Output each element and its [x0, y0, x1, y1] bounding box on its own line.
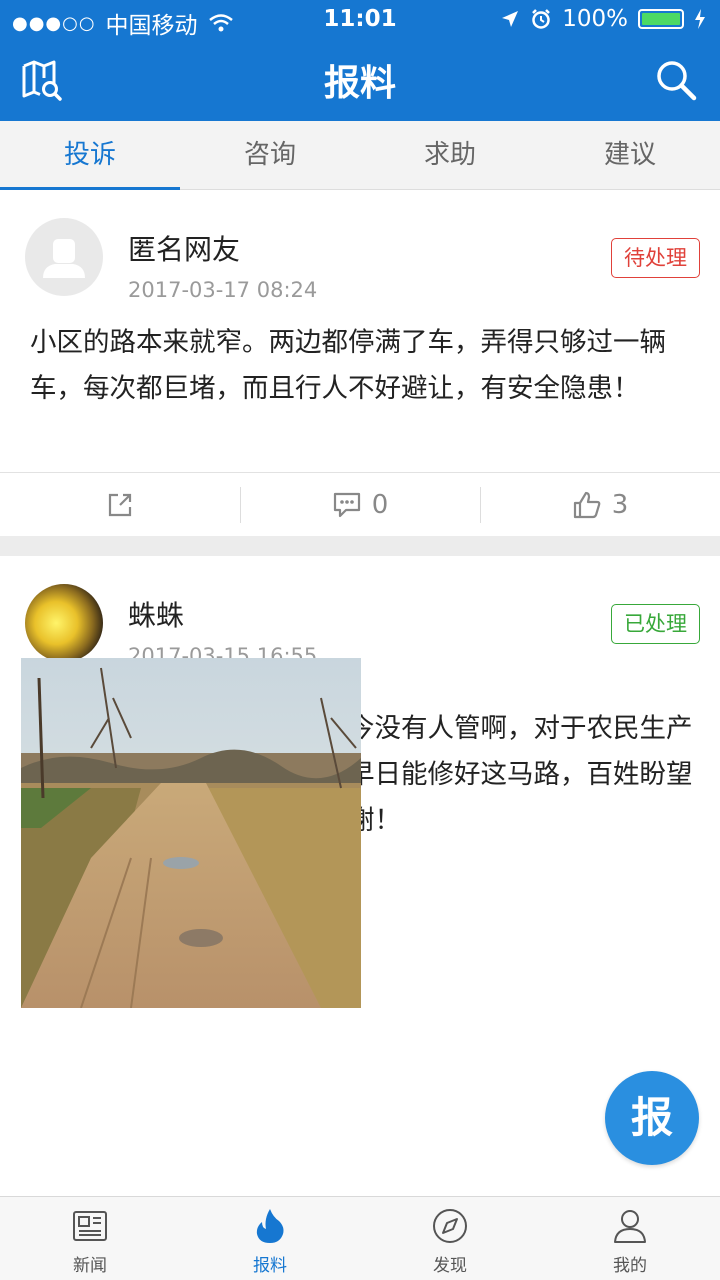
share-icon — [108, 493, 132, 516]
post-time: 2017-03-17 08:24 — [128, 278, 318, 302]
post-card[interactable]: 匿名网友 2017-03-17 08:24 待处理 小区的路本来就窄。两边都停满… — [0, 190, 720, 536]
post-actions: 0 3 — [0, 472, 720, 536]
tab-consult[interactable]: 咨询 — [180, 121, 360, 189]
tab-complaint[interactable]: 投诉 — [0, 121, 180, 190]
share-button[interactable] — [0, 473, 240, 536]
charging-icon — [695, 9, 705, 29]
nav-me[interactable]: 我的 — [540, 1197, 720, 1280]
avatar — [25, 218, 103, 296]
username: 匿名网友 — [128, 233, 241, 266]
report-fab-button[interactable]: 报 — [605, 1071, 699, 1165]
post-photo[interactable] — [21, 658, 361, 1008]
status-badge: 已处理 — [611, 604, 700, 644]
battery-percent: 100% — [562, 6, 628, 32]
tab-suggestion[interactable]: 建议 — [540, 121, 720, 189]
avatar — [25, 584, 103, 662]
status-bar: ●●●○○ 中国移动 11:01 100% — [0, 0, 720, 40]
tab-help[interactable]: 求助 — [360, 121, 540, 189]
page-title: 报料 — [323, 63, 396, 104]
nav-discover[interactable]: 发现 — [360, 1197, 540, 1280]
user-icon — [614, 1210, 646, 1243]
compass-icon — [433, 1209, 467, 1243]
nav-label: 报料 — [253, 1256, 287, 1276]
bottom-nav: 新闻 报料 发现 我的 — [0, 1196, 720, 1280]
flame-icon — [256, 1209, 284, 1243]
status-badge: 待处理 — [611, 238, 700, 278]
alarm-icon — [532, 9, 551, 29]
default-user-icon — [43, 239, 85, 278]
nav-report[interactable]: 报料 — [180, 1197, 360, 1280]
like-button[interactable]: 3 — [480, 473, 720, 536]
location-arrow-icon — [502, 11, 519, 27]
comment-icon — [333, 492, 360, 517]
newspaper-icon — [73, 1211, 107, 1241]
comment-count: 0 — [371, 489, 389, 520]
comment-button[interactable]: 0 — [240, 473, 480, 536]
search-icon[interactable] — [654, 58, 698, 102]
category-tabs: 投诉 咨询 求助 建议 — [0, 121, 720, 190]
username: 蛛蛛 — [128, 599, 185, 632]
thumbs-up-icon — [573, 491, 601, 518]
nav-label: 我的 — [613, 1256, 647, 1276]
battery-icon — [638, 9, 684, 29]
nav-news[interactable]: 新闻 — [0, 1197, 180, 1280]
post-content: 小区的路本来就窄。两边都停满了车，弄得只够过一辆车，每次都巨堵，而且行人不好避让… — [30, 327, 666, 404]
like-count: 3 — [611, 489, 629, 520]
nav-label: 发现 — [433, 1256, 467, 1276]
top-header: ●●●○○ 中国移动 11:01 100% 报料 — [0, 0, 720, 121]
nav-label: 新闻 — [73, 1256, 107, 1276]
